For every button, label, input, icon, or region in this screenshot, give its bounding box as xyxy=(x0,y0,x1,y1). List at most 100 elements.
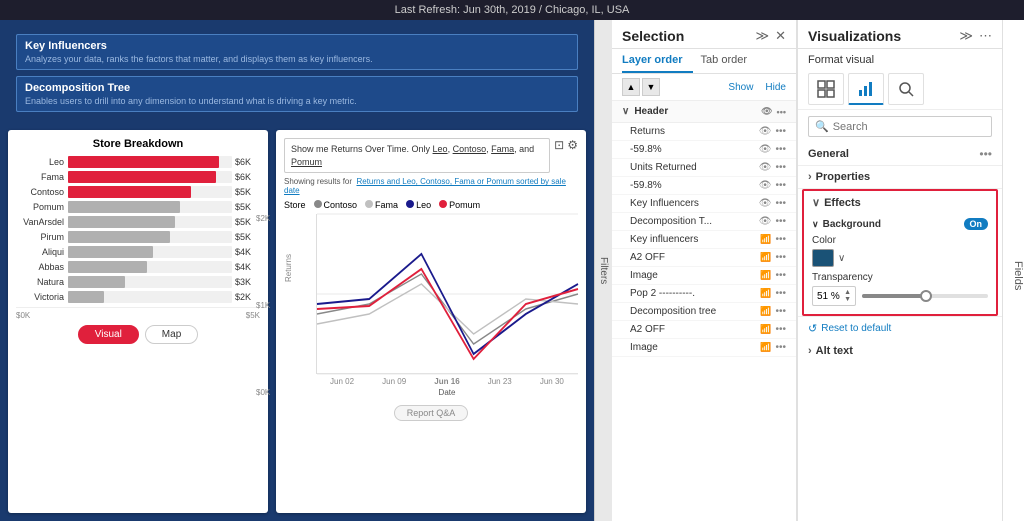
general-dots[interactable]: ••• xyxy=(979,147,992,161)
group-dots-icon[interactable]: ••• xyxy=(777,107,786,117)
reset-row[interactable]: ↺ Reset to default xyxy=(798,316,1002,340)
ki-item-0[interactable]: Key Influencers Analyzes your data, rank… xyxy=(16,34,578,70)
dots-icon[interactable]: ••• xyxy=(775,342,786,353)
line-chart-svg xyxy=(317,214,578,374)
sel-item-image2[interactable]: Image 📶 ••• xyxy=(612,339,796,357)
bar-row-aliqui: Aliqui $4K xyxy=(16,246,260,258)
transparency-row: Transparency 51 % ▲ ▼ xyxy=(812,272,988,306)
move-up-button[interactable]: ▲ xyxy=(622,78,640,96)
eye-icon[interactable]: 👁 xyxy=(759,144,772,155)
lc-showing-link[interactable]: Returns and Leo, Contoso, Fama or Pomum … xyxy=(284,177,566,195)
ki-title-0: Key Influencers xyxy=(25,40,569,52)
close-icon[interactable]: ✕ xyxy=(775,28,786,44)
bar-label-pomum: Pomum xyxy=(16,202,68,212)
color-swatch[interactable] xyxy=(812,249,834,267)
bar-value-pomum: $5K xyxy=(232,202,260,212)
report-qa-button[interactable]: Report Q&A xyxy=(394,405,469,421)
bar-value-contoso: $5K xyxy=(232,187,260,197)
ki-item-1[interactable]: Decomposition Tree Enables users to dril… xyxy=(16,76,578,112)
dots-icon[interactable]: ••• xyxy=(775,234,786,245)
sel-item-units-returned[interactable]: Units Returned 👁 ••• xyxy=(612,159,796,177)
dots-icon[interactable]: ••• xyxy=(775,180,786,191)
group-eye-icon[interactable]: 👁 xyxy=(761,106,772,117)
y-label-0k: $0K xyxy=(256,388,270,397)
fields-tab[interactable]: Fields xyxy=(1002,20,1024,521)
sel-item-decomp-t[interactable]: Decomposition T... 👁 ••• xyxy=(612,213,796,231)
sel-item-returns[interactable]: Returns 👁 ••• xyxy=(612,123,796,141)
dots-icon[interactable]: ••• xyxy=(775,126,786,137)
viz-table-icon[interactable] xyxy=(808,73,844,105)
dots-icon[interactable]: ••• xyxy=(775,288,786,299)
eye-icon[interactable]: 👁 xyxy=(759,216,772,227)
chart-footer: $0K $5K xyxy=(16,307,260,320)
bg-header: ∨ Background On xyxy=(812,218,988,230)
tab-tab-order[interactable]: Tab order xyxy=(701,49,757,73)
eye-icon[interactable]: 👁 xyxy=(759,126,772,137)
properties-section[interactable]: › Properties xyxy=(798,166,1002,189)
search-box: 🔍 xyxy=(808,116,992,137)
pct-input[interactable]: 51 % ▲ ▼ xyxy=(812,286,856,306)
viz-more-icon[interactable]: ⋯ xyxy=(979,28,992,44)
dots-icon[interactable]: ••• xyxy=(775,198,786,209)
sel-item-pct2[interactable]: -59.8% 👁 ••• xyxy=(612,177,796,195)
chart-buttons: Visual Map xyxy=(16,325,260,344)
pct-arrows[interactable]: ▲ ▼ xyxy=(844,289,851,303)
settings-icon[interactable]: ⚙ xyxy=(567,138,578,152)
bar-label-fama: Fama xyxy=(16,172,68,182)
dots-icon[interactable]: ••• xyxy=(775,216,786,227)
sel-item-decomp-tree[interactable]: Decomposition tree 📶 ••• xyxy=(612,303,796,321)
arrow-down-icon[interactable]: ▼ xyxy=(844,296,851,303)
sel-item-key-influencers[interactable]: Key Influencers 👁 ••• xyxy=(612,195,796,213)
dots-icon[interactable]: ••• xyxy=(775,252,786,263)
hide-label[interactable]: Hide xyxy=(765,82,786,93)
filters-label: Filters xyxy=(598,257,609,284)
selection-header-icons: ≫ ✕ xyxy=(755,28,786,44)
y-label-1k: $1K xyxy=(256,301,270,310)
effects-header[interactable]: ∨ Effects xyxy=(804,191,996,214)
alt-text-row[interactable]: › Alt text xyxy=(798,340,1002,362)
sel-item-image1[interactable]: Image 📶 ••• xyxy=(612,267,796,285)
show-label[interactable]: Show xyxy=(728,82,753,93)
eye-icon[interactable]: 👁 xyxy=(759,162,772,173)
lc-legend: Store Contoso Fama Leo Pomum xyxy=(284,200,578,210)
slider-thumb[interactable] xyxy=(920,290,932,302)
dots-icon[interactable]: ••• xyxy=(775,144,786,155)
bar-track-aliqui xyxy=(68,246,232,258)
dots-icon[interactable]: ••• xyxy=(775,270,786,281)
map-button[interactable]: Map xyxy=(145,325,198,344)
bar-label-victoria: Victoria xyxy=(16,292,68,302)
viz-expand-icon[interactable]: ≫ xyxy=(959,28,973,44)
tab-layer-order[interactable]: Layer order xyxy=(622,49,693,73)
effects-chevron-icon: ∨ xyxy=(812,196,820,209)
arrow-up-icon[interactable]: ▲ xyxy=(844,289,851,296)
sel-item-pop2[interactable]: Pop 2 ----------. 📶 ••• xyxy=(612,285,796,303)
selection-panel-header: Selection ≫ ✕ xyxy=(612,20,796,49)
dots-icon[interactable]: ••• xyxy=(775,324,786,335)
sel-item-key-influencers2[interactable]: Key influencers 📶 ••• xyxy=(612,231,796,249)
background-label: Background xyxy=(823,219,881,230)
visual-button[interactable]: Visual xyxy=(78,325,139,344)
transparency-slider[interactable] xyxy=(862,294,988,298)
sel-item-a2off-2[interactable]: A2 OFF 📶 ••• xyxy=(612,321,796,339)
expand-icon[interactable]: ⊡ xyxy=(554,138,564,152)
expand-icon[interactable]: ≫ xyxy=(755,28,769,44)
eye-icon[interactable]: 👁 xyxy=(759,180,772,191)
viz-search-icon[interactable] xyxy=(888,73,924,105)
sel-item-icons-ki2: 📶 ••• xyxy=(760,234,786,245)
sel-item-pct1[interactable]: -59.8% 👁 ••• xyxy=(612,141,796,159)
effects-label: Effects xyxy=(824,197,861,209)
filters-strip[interactable]: Filters xyxy=(594,20,612,521)
bar-track-vanarsdel xyxy=(68,216,232,228)
x-jun16: Jun 16 xyxy=(434,377,459,386)
sel-item-a2off-1[interactable]: A2 OFF 📶 ••• xyxy=(612,249,796,267)
dots-icon[interactable]: ••• xyxy=(775,306,786,317)
viz-chart-icon[interactable] xyxy=(848,73,884,105)
eye-icon[interactable]: 👁 xyxy=(759,198,772,209)
dots-icon[interactable]: ••• xyxy=(775,162,786,173)
color-dropdown-icon[interactable]: ∨ xyxy=(838,253,845,264)
toggle-on[interactable]: On xyxy=(964,218,989,230)
search-input[interactable] xyxy=(833,121,985,133)
move-down-button[interactable]: ▼ xyxy=(642,78,660,96)
legend-contoso: Contoso xyxy=(314,200,358,210)
sel-item-name-image2: Image xyxy=(630,342,760,353)
